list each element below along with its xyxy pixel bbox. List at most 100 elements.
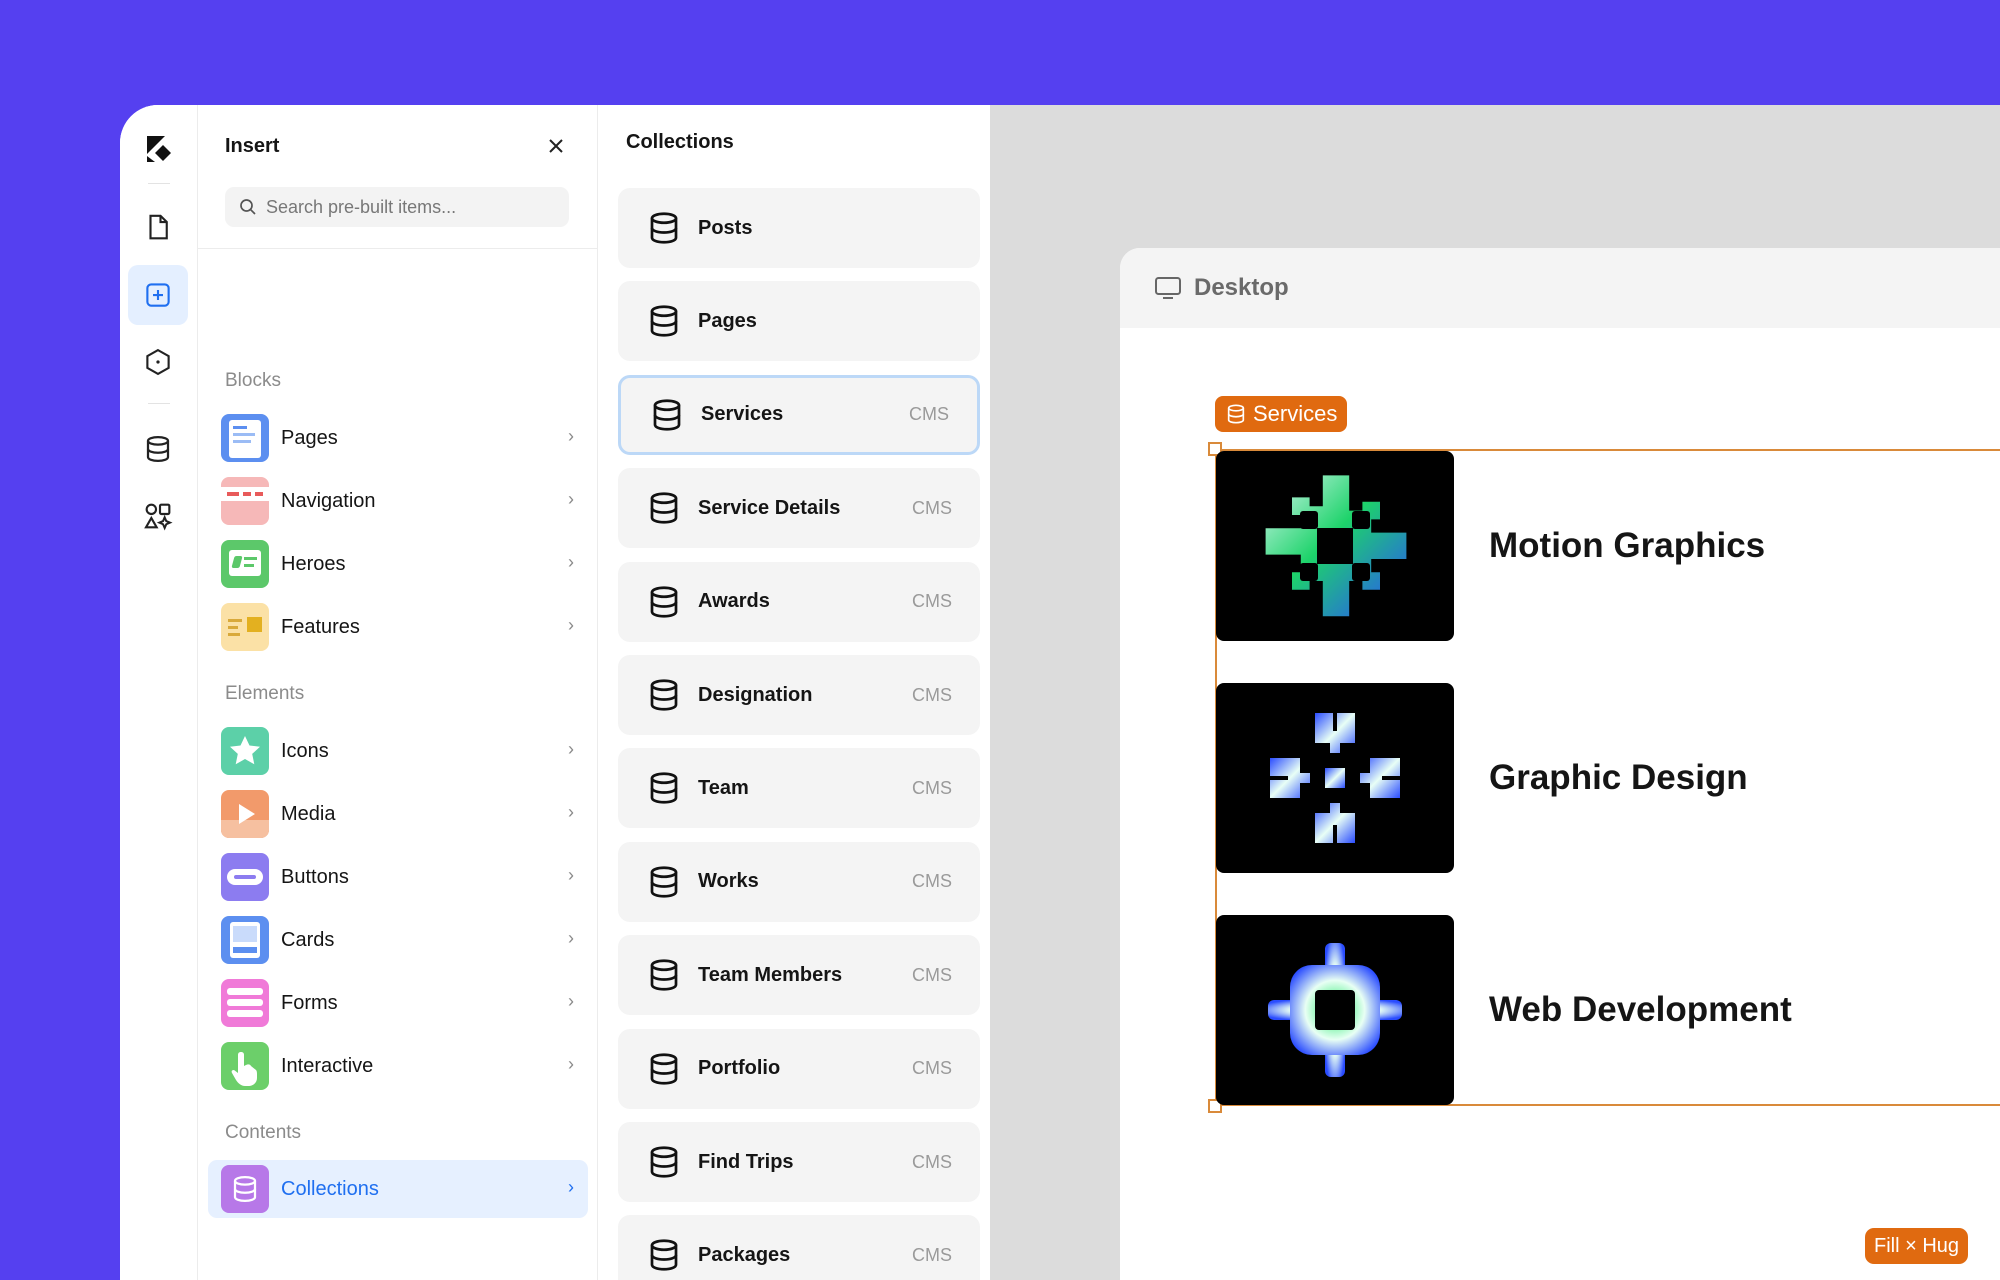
pages-icon[interactable] [128,197,188,257]
collection-item[interactable]: Find Trips CMS [618,1122,980,1202]
database-icon [646,957,682,993]
assets-icon[interactable] [128,486,188,546]
chevron-right-icon: › [568,426,574,446]
block-label: Pages [281,426,338,449]
collection-name: Services [701,403,784,426]
forms-thumb-icon [221,979,269,1027]
desktop-icon [1155,277,1181,299]
content-label: Collections [281,1177,379,1200]
block-item-pages[interactable]: Pages › [208,409,588,467]
components-icon[interactable] [128,332,188,392]
close-button[interactable] [541,131,571,161]
insert-panel: Insert Blocks Pages › [198,105,598,1280]
collection-item[interactable]: Designation CMS [618,655,980,735]
insert-icon[interactable] [128,265,188,325]
collection-item[interactable]: Team Members CMS [618,935,980,1016]
cms-badge: CMS [912,497,952,518]
size-tag[interactable]: Fill × Hug [1865,1228,1969,1264]
cms-badge: CMS [912,591,952,612]
search-input[interactable] [266,196,556,218]
element-label: Buttons [281,865,349,888]
search-icon [240,199,256,215]
selection-tag-label: Services [1253,401,1338,426]
gear-square-icon [1216,915,1454,1105]
features-thumb-icon [221,603,269,651]
service-item[interactable]: Web Development [1216,915,2000,1105]
cms-badge: CMS [912,777,952,798]
frame-header[interactable]: Desktop [1120,248,2000,328]
collection-item[interactable]: Packages CMS [618,1215,980,1280]
service-title: Web Development [1489,990,1792,1029]
cards-thumb-icon [221,916,269,964]
section-label-contents: Contents [225,1122,302,1143]
cms-badge: CMS [912,1151,952,1172]
collection-name: Packages [698,1243,791,1266]
database-icon [646,584,682,620]
collection-item[interactable]: Pages [618,281,980,362]
selection-tag[interactable]: Services [1215,396,1348,432]
icons-thumb-icon [221,727,269,775]
collection-item[interactable]: Team CMS [618,748,980,829]
block-item-features[interactable]: Features › [208,598,588,656]
block-label: Features [281,615,360,638]
buttons-thumb-icon [221,853,269,901]
block-item-navigation[interactable]: Navigation › [208,472,588,530]
cms-badge: CMS [912,871,952,892]
element-label: Media [281,802,336,825]
chevron-right-icon: › [568,489,574,509]
section-label-elements: Elements [225,683,305,704]
collection-item[interactable]: Posts [618,188,980,268]
collection-name: Designation [698,683,813,706]
database-icon [646,210,682,246]
navigation-thumb-icon [221,477,269,525]
element-item-forms[interactable]: Forms › [208,974,588,1032]
collection-item[interactable]: Awards CMS [618,561,980,642]
database-icon [646,1051,682,1087]
content-item-collections[interactable]: Collections › [208,1160,588,1218]
collection-name: Awards [698,590,770,613]
desktop-frame[interactable]: Desktop Services Motion Graphics Graphic… [1120,248,2000,1280]
collection-name: Posts [698,216,753,239]
cms-badge: CMS [912,1058,952,1079]
chevron-right-icon: › [568,1054,574,1074]
service-title: Motion Graphics [1489,526,1766,565]
database-icon [646,770,682,806]
collections-thumb-icon [221,1165,269,1213]
collections-panel: Collections Posts Pages Services CMS Service… [598,105,990,1280]
service-item[interactable]: Graphic Design [1216,683,2000,873]
search-box [225,187,569,227]
cms-badge: CMS [909,404,949,425]
section-label-blocks: Blocks [225,370,281,391]
service-title: Graphic Design [1489,758,1748,797]
plus-grid-icon [1216,451,1454,641]
heroes-thumb-icon [221,540,269,588]
collection-name: Service Details [698,496,841,519]
collection-name: Team Members [698,963,843,986]
logo-icon[interactable] [128,119,188,179]
element-item-cards[interactable]: Cards › [208,911,588,969]
frame-label: Desktop [1194,274,1289,301]
pages-thumb-icon [221,414,269,462]
canvas[interactable]: Desktop Services Motion Graphics Graphic… [990,105,2000,1280]
insert-title: Insert [225,135,280,157]
collection-item[interactable]: Services CMS [618,374,980,455]
element-label: Icons [281,739,329,762]
element-item-buttons[interactable]: Buttons › [208,848,588,906]
element-item-icons[interactable]: Icons › [208,722,588,780]
collection-item[interactable]: Service Details CMS [618,468,980,549]
media-thumb-icon [221,790,269,838]
database-icon [646,864,682,900]
database-icon [646,490,682,526]
block-item-heroes[interactable]: Heroes › [208,535,588,593]
element-item-media[interactable]: Media › [208,785,588,843]
collection-name: Pages [698,309,757,332]
service-item[interactable]: Motion Graphics [1216,451,2000,641]
collection-item[interactable]: Works CMS [618,841,980,922]
chevron-right-icon: › [568,991,574,1011]
database-icon[interactable] [128,419,188,479]
chevron-right-icon: › [568,1177,574,1197]
element-item-interactive[interactable]: Interactive › [208,1037,588,1095]
collection-item[interactable]: Portfolio CMS [618,1028,980,1109]
collections-title: Collections [626,131,734,153]
database-icon [646,1144,682,1180]
